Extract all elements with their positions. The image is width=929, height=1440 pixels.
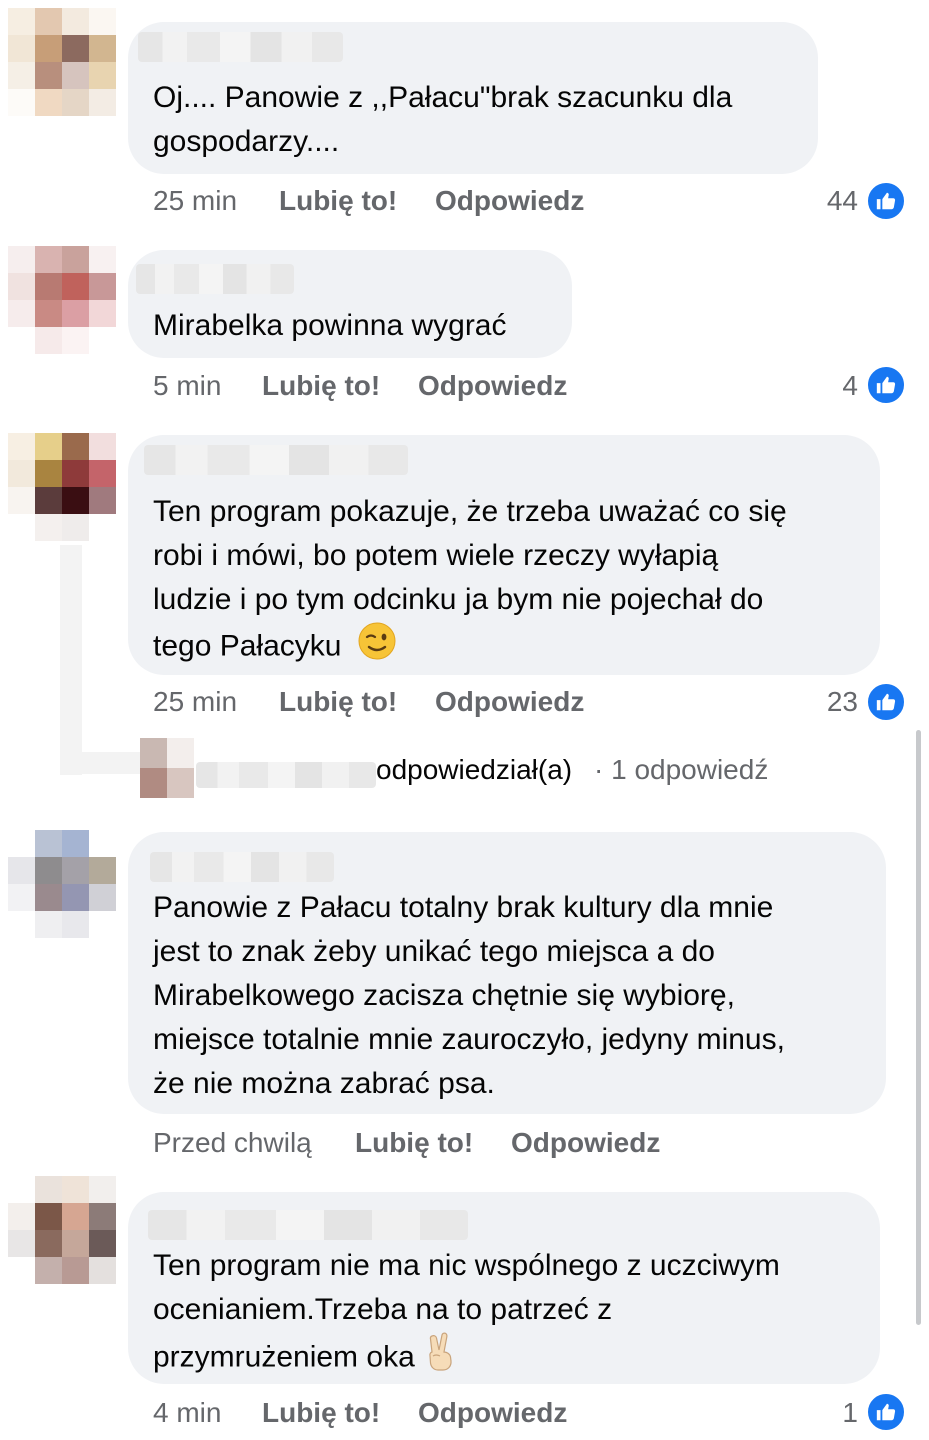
thread-connector: [60, 545, 82, 775]
reaction-count[interactable]: 4: [800, 369, 858, 403]
reply-button[interactable]: Odpowiedz: [418, 369, 567, 403]
reaction-count[interactable]: 1: [800, 1396, 858, 1430]
like-button[interactable]: Lubię to!: [355, 1126, 473, 1160]
comment-text: Mirabelka powinna wygrać: [153, 309, 507, 342]
comment-bubble: Oj.... Panowie z ,,Pałacu"brak szacunku …: [128, 22, 818, 174]
author-name[interactable]: [144, 445, 408, 475]
like-thumb-icon[interactable]: [866, 1392, 906, 1432]
avatar[interactable]: [8, 830, 116, 938]
avatar[interactable]: [8, 1176, 116, 1284]
like-button[interactable]: Lubię to!: [279, 685, 397, 719]
comment-bubble: Panowie z Pałacu totalny brak kultury dl…: [128, 832, 886, 1114]
author-name[interactable]: [136, 264, 294, 294]
like-button[interactable]: Lubię to!: [262, 369, 380, 403]
comment-text: Oj.... Panowie z ,,Pałacu"brak szacunku …: [153, 81, 733, 158]
like-thumb-icon[interactable]: [866, 682, 906, 722]
reply-button[interactable]: Odpowiedz: [418, 1396, 567, 1430]
avatar[interactable]: [8, 246, 116, 354]
comment-bubble: Mirabelka powinna wygrać: [128, 250, 572, 358]
reply-button[interactable]: Odpowiedz: [435, 184, 584, 218]
like-button[interactable]: Lubię to!: [262, 1396, 380, 1430]
comment-text: Ten program nie ma nic wspólnego z uczci…: [153, 1244, 780, 1385]
author-name[interactable]: [150, 852, 334, 882]
reaction-count[interactable]: 44: [800, 184, 858, 218]
like-thumb-icon[interactable]: [866, 181, 906, 221]
reply-thread-action[interactable]: odpowiedział(a): [376, 753, 572, 787]
like-thumb-icon[interactable]: [866, 365, 906, 405]
comment-time[interactable]: 25 min: [153, 685, 237, 719]
like-button[interactable]: Lubię to!: [279, 184, 397, 218]
reaction-count[interactable]: 23: [800, 685, 858, 719]
wink-emoji-icon: [358, 622, 396, 673]
avatar[interactable]: [8, 433, 116, 541]
reply-thread-count[interactable]: · 1 odpowiedź: [594, 753, 768, 787]
reply-button[interactable]: Odpowiedz: [511, 1126, 660, 1160]
scrollbar[interactable]: [916, 730, 921, 1325]
reply-author-name[interactable]: [196, 762, 376, 788]
comment-time[interactable]: 5 min: [153, 369, 221, 403]
comment-time[interactable]: 25 min: [153, 184, 237, 218]
avatar[interactable]: [8, 8, 116, 116]
reply-avatar[interactable]: [140, 738, 194, 798]
thread-connector: [60, 752, 140, 774]
comment-time[interactable]: Przed chwilą: [153, 1126, 312, 1160]
comment-text: Ten program pokazuje, że trzeba uważać c…: [153, 490, 787, 673]
comment-bubble: Ten program nie ma nic wspólnego z uczci…: [128, 1192, 880, 1384]
author-name[interactable]: [148, 1210, 468, 1240]
comment-text: Panowie z Pałacu totalny brak kultury dl…: [153, 891, 785, 1100]
victory-hand-emoji-icon: [423, 1332, 457, 1385]
author-name[interactable]: [138, 32, 343, 62]
comment-bubble: Ten program pokazuje, że trzeba uważać c…: [128, 435, 880, 675]
comment-time[interactable]: 4 min: [153, 1396, 221, 1430]
reply-button[interactable]: Odpowiedz: [435, 685, 584, 719]
